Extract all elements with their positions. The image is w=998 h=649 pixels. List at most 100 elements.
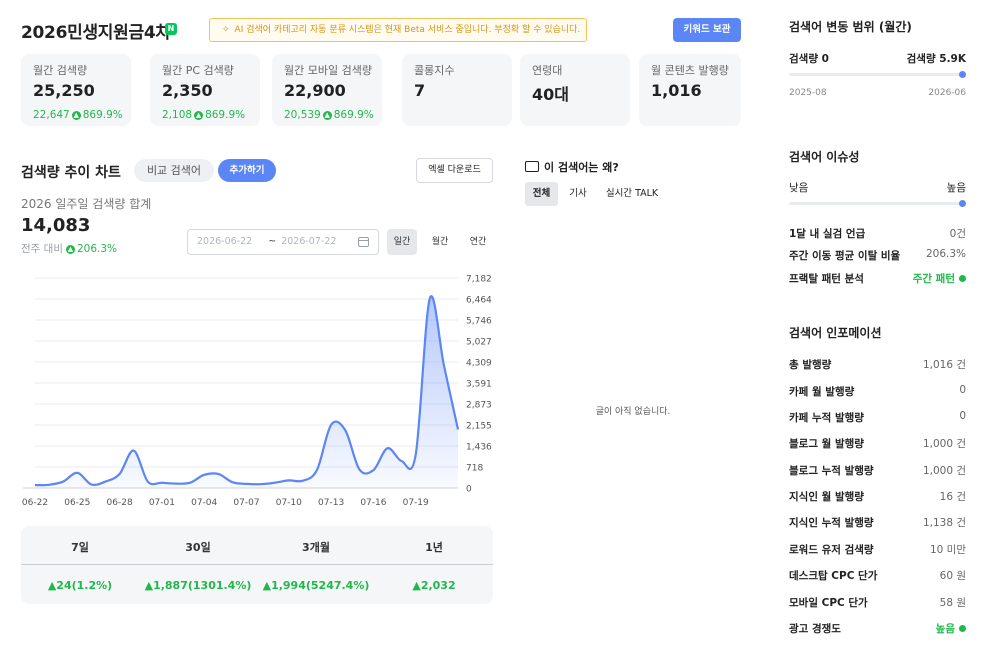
summary-value-30d: ▲1,887(1301.4%) bbox=[144, 579, 252, 592]
beta-notice: ✧ AI 검색어 카테고리 자동 분류 시스템은 현재 Beta 서비스 중입니다… bbox=[209, 18, 587, 42]
period-yearly-button[interactable]: 연간 bbox=[463, 229, 493, 255]
issue-knob bbox=[959, 200, 966, 207]
up-arrow-icon: ▲ bbox=[71, 111, 81, 120]
issue-row-label: 주간 이동 평균 이탈 비율 bbox=[789, 250, 901, 262]
ai-sparkle-icon: ✧ bbox=[222, 25, 230, 35]
stat-label: 콜롱지수 bbox=[414, 64, 455, 77]
keyword-title: 2026민생지원금4차 bbox=[21, 23, 171, 43]
issue-panel-title: 검색어 이슈성 bbox=[789, 150, 860, 164]
info-row-label: 지식인 월 발행량 bbox=[789, 491, 864, 503]
y-tick-label: 2,155 bbox=[466, 422, 492, 432]
stat-change-pct: 869.9% bbox=[205, 109, 246, 121]
info-row: 블로그 누적 발행량 1,000 건 bbox=[789, 463, 966, 477]
x-tick-label: 07-04 bbox=[191, 498, 217, 508]
up-arrow-icon: ▲ bbox=[194, 111, 204, 120]
excel-download-button[interactable]: 엑셀 다운로드 bbox=[416, 158, 493, 183]
info-row-label: 모바일 CPC 단가 bbox=[789, 597, 868, 609]
info-row-value-text: 1,138 건 bbox=[922, 517, 966, 529]
issue-row-value: 주간 패턴 bbox=[913, 271, 966, 286]
date-from: 2026-06-22 bbox=[197, 236, 253, 247]
info-row-label: 광고 경쟁도 bbox=[789, 623, 841, 635]
range-left-label: 검색량 0 bbox=[789, 53, 829, 65]
x-tick-label: 07-07 bbox=[233, 498, 259, 508]
info-row-label: 블로그 누적 발행량 bbox=[789, 465, 874, 477]
tab-news[interactable]: 기사 bbox=[563, 182, 593, 206]
info-row-label: 데스크탑 CPC 단가 bbox=[789, 570, 878, 582]
issue-row-label: 1달 내 실검 언급 bbox=[789, 228, 866, 240]
y-tick-label: 4,309 bbox=[466, 359, 492, 369]
period-monthly-button[interactable]: 월간 bbox=[425, 229, 455, 255]
compare-keyword-button[interactable]: 비교 검색어 bbox=[134, 159, 214, 182]
info-row-value: 60 원 bbox=[940, 568, 966, 583]
range-start-date: 2025-08 bbox=[789, 88, 827, 98]
prev-week-compare: 전주 대비 ▲ 206.3% bbox=[21, 241, 117, 256]
week-total-label: 2026 일주일 검색량 합계 bbox=[21, 197, 152, 211]
stat-change-count: 20,539 bbox=[284, 109, 321, 121]
issue-row: 주간 이동 평균 이탈 비율 206.3% bbox=[789, 248, 966, 262]
series-area bbox=[35, 296, 458, 488]
summary-value-1y: ▲2,032 bbox=[412, 579, 456, 592]
info-row: 블로그 월 발행량 1,000 건 bbox=[789, 436, 966, 450]
date-to: 2026-07-22 bbox=[281, 236, 337, 247]
change-summary-table: 7일 30일 3개월 1년 ▲24(1.2%) ▲1,887(1301.4%) … bbox=[21, 526, 493, 604]
info-row-value-text: 58 원 bbox=[939, 597, 966, 609]
info-row-label: 지식인 누적 발행량 bbox=[789, 517, 874, 529]
info-row-value-text: 높음 bbox=[935, 623, 955, 635]
stat-value: 2,350 bbox=[162, 81, 213, 100]
status-dot-icon bbox=[959, 275, 966, 282]
info-row-value: 1,000 건 bbox=[923, 436, 966, 451]
week-total-value: 14,083 bbox=[21, 215, 91, 236]
x-tick-label: 07-13 bbox=[318, 498, 344, 508]
trend-chart-title: 검색량 추이 차트 bbox=[21, 165, 121, 181]
stat-change: 22,647 ▲ 869.9% bbox=[33, 109, 123, 121]
summary-value-3m: ▲1,994(5247.4%) bbox=[262, 579, 370, 592]
summary-header-7d: 7일 bbox=[71, 541, 89, 554]
date-separator: ~ bbox=[268, 236, 277, 247]
info-row-value-text: 1,016 건 bbox=[922, 359, 966, 371]
summary-value-7d: ▲24(1.2%) bbox=[47, 579, 113, 592]
info-row: 총 발행량 1,016 건 bbox=[789, 357, 966, 371]
info-row: 카페 누적 발행량 0 bbox=[789, 410, 966, 424]
range-knob bbox=[959, 71, 966, 78]
summary-header-30d: 30일 bbox=[185, 541, 211, 554]
info-row-value: 0 bbox=[959, 410, 966, 422]
summary-header-1y: 1년 bbox=[425, 541, 443, 554]
period-daily-button[interactable]: 일간 bbox=[387, 229, 417, 255]
range-panel-title: 검색어 변동 범위 (월간) bbox=[789, 20, 912, 34]
empty-message: 글이 아직 없습니다. bbox=[595, 407, 671, 417]
info-row-value: 10 미만 bbox=[930, 542, 966, 557]
y-tick-label: 5,027 bbox=[466, 338, 492, 348]
stat-card-content-volume: 월 콘텐츠 발행량 1,016 bbox=[639, 54, 741, 126]
info-row-value-text: 1,000 건 bbox=[922, 465, 966, 477]
stat-change-pct: 869.9% bbox=[82, 109, 123, 121]
y-tick-label: 0 bbox=[466, 485, 472, 495]
status-dot-icon bbox=[959, 625, 966, 632]
info-row-value-text: 16 건 bbox=[939, 491, 966, 503]
beta-notice-text: AI 검색어 카테고리 자동 분류 시스템은 현재 Beta 서비스 중입니다.… bbox=[234, 25, 581, 35]
info-row-label: 카페 누적 발행량 bbox=[789, 412, 864, 424]
info-row: 광고 경쟁도 높음 bbox=[789, 621, 966, 635]
info-row-label: 로워드 유저 검색량 bbox=[789, 544, 874, 556]
tab-realtime-talk[interactable]: 실시간 TALK bbox=[601, 182, 663, 206]
x-tick-label: 07-01 bbox=[149, 498, 175, 508]
stat-value: 7 bbox=[414, 81, 426, 100]
issue-low-label: 낮음 bbox=[789, 182, 809, 194]
info-row-value: 1,138 건 bbox=[923, 515, 966, 530]
add-keyword-button[interactable]: 추가하기 bbox=[218, 159, 276, 182]
info-row: 지식인 월 발행량 16 건 bbox=[789, 489, 966, 503]
info-row-value: 0 bbox=[959, 384, 966, 396]
range-bar bbox=[789, 71, 966, 78]
date-range-picker[interactable]: 2026-06-22 ~2026-07-22 bbox=[187, 229, 379, 255]
keyword-save-button[interactable]: 키워드 보관 bbox=[673, 18, 741, 42]
issue-bar bbox=[789, 200, 966, 207]
calendar-icon[interactable] bbox=[358, 237, 369, 247]
stat-change: 2,108 ▲ 869.9% bbox=[162, 109, 248, 121]
tab-all[interactable]: 전체 bbox=[525, 182, 558, 206]
info-row-value-text: 0 bbox=[959, 384, 966, 396]
info-row: 데스크탑 CPC 단가 60 원 bbox=[789, 568, 966, 582]
naver-n-icon: N bbox=[165, 23, 177, 35]
range-end-date: 2026-06 bbox=[928, 88, 966, 98]
issue-row: 프랙탈 패턴 분석 주간 패턴 bbox=[789, 271, 966, 285]
y-tick-label: 1,436 bbox=[466, 443, 492, 453]
fractal-pattern-value: 주간 패턴 bbox=[912, 273, 955, 285]
